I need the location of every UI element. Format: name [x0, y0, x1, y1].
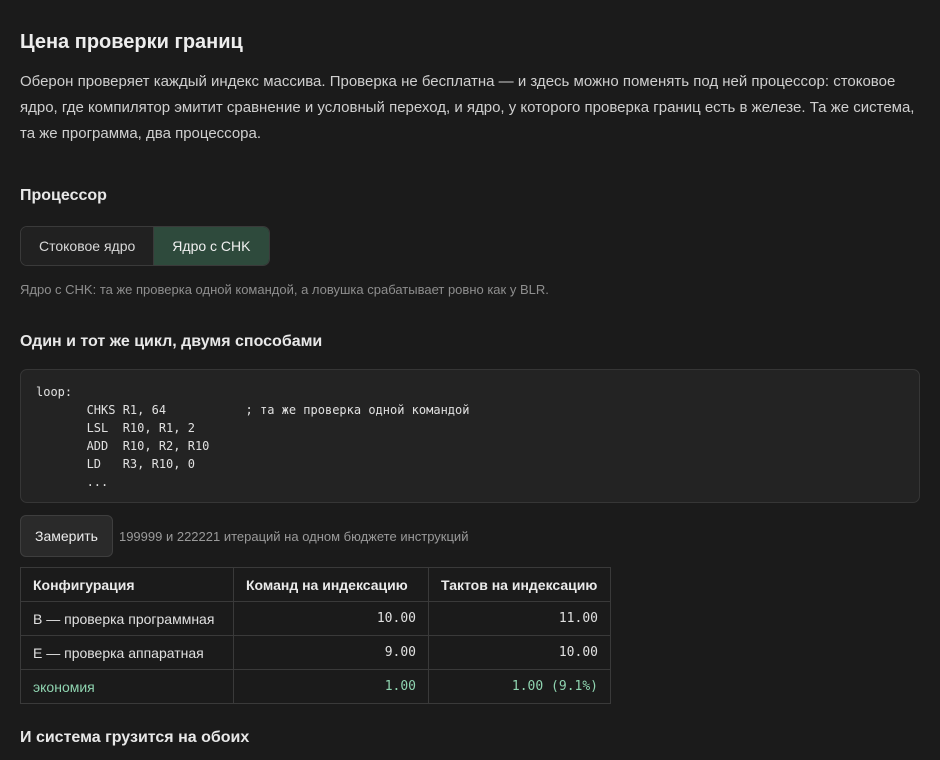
- code-line: LD R3, R10, 0: [36, 457, 195, 471]
- table-row: B — проверка программная 10.00 11.00: [20, 601, 611, 636]
- code-line: ADD R10, R2, R10: [36, 439, 210, 453]
- intro-paragraph: Оберон проверяет каждый индекс массива. …: [20, 73, 915, 142]
- column-header-instructions: Команд на индексацию: [233, 567, 429, 602]
- loop-heading: Один и тот же цикл, двумя способами: [20, 333, 323, 350]
- column-header-config: Конфигурация: [20, 567, 234, 602]
- code-line: CHKS R1, 64 ; та же проверка одной коман…: [36, 403, 470, 417]
- table-row: E — проверка аппаратная 9.00 10.00: [20, 635, 611, 670]
- page-title: Цена проверки границ: [20, 31, 243, 53]
- code-block: loop: CHKS R1, 64 ; та же проверка одной…: [20, 369, 920, 503]
- saving-cycles: 1.00 (9.1%): [428, 669, 611, 704]
- table-header-row: Конфигурация Команд на индексацию Тактов…: [20, 567, 611, 602]
- saving-row: экономия 1.00 1.00 (9.1%): [20, 669, 611, 704]
- measure-button[interactable]: Замерить: [20, 515, 113, 557]
- row-cycles: 11.00: [428, 601, 611, 636]
- row-cycles: 10.00: [428, 635, 611, 670]
- measure-note: 199999 и 222221 итераций на одном бюджет…: [118, 528, 469, 544]
- row-config: B — проверка программная: [20, 601, 234, 636]
- row-instructions: 9.00: [233, 635, 429, 670]
- processor-selector: Стоковое ядро Ядро с CHK: [20, 226, 270, 266]
- results-table: Конфигурация Команд на индексацию Тактов…: [20, 567, 611, 704]
- code-line: LSL R10, R1, 2: [36, 421, 195, 435]
- row-config: E — проверка аппаратная: [20, 635, 234, 670]
- processor-heading: Процессор: [20, 187, 107, 204]
- page: Цена проверки границ Оберон проверяет ка…: [0, 0, 940, 749]
- row-instructions: 10.00: [233, 601, 429, 636]
- column-header-cycles: Тактов на индексацию: [428, 567, 611, 602]
- measure-row: Замерить 199999 и 222221 итераций на одн…: [20, 515, 920, 557]
- code-line: loop:: [36, 385, 73, 399]
- saving-instructions: 1.00: [233, 669, 429, 704]
- processor-option-chk[interactable]: Ядро с CHK: [153, 227, 269, 265]
- code-line: ...: [36, 475, 109, 489]
- processor-note: Ядро с CHK: та же проверка одной командо…: [20, 282, 549, 297]
- boot-heading: И система грузится на обоих: [20, 729, 250, 746]
- saving-label: экономия: [20, 669, 234, 704]
- processor-option-stock[interactable]: Стоковое ядро: [21, 227, 154, 265]
